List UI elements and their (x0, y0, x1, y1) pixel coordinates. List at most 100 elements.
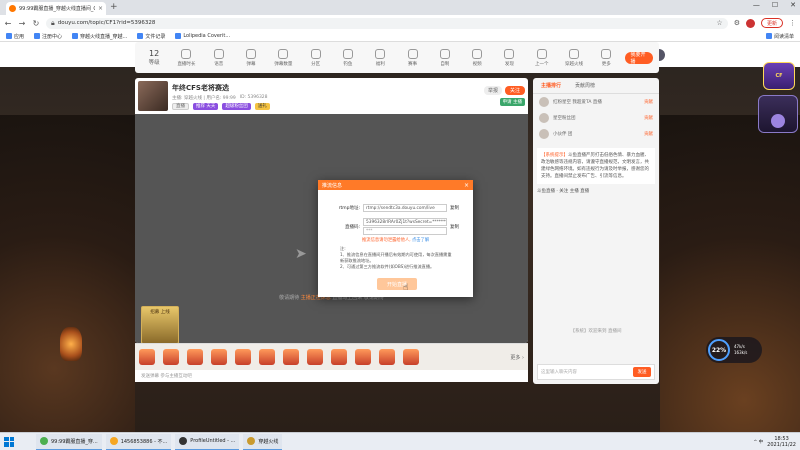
rtmp-field[interactable]: rtmp://sendtc3a.douyu.com/live (363, 204, 447, 212)
streamer-avatar[interactable] (138, 81, 168, 111)
tab-anchor-rank[interactable]: 主播排行 (541, 82, 561, 89)
maximize-button[interactable]: ☐ (772, 1, 778, 9)
gift-icon[interactable] (211, 349, 227, 365)
gift-icon[interactable] (187, 349, 203, 365)
bookmark-apps[interactable]: 应用 (6, 33, 24, 40)
gift-icon[interactable] (355, 349, 371, 365)
taskbar-item-game[interactable]: 穿越火线 (243, 433, 283, 450)
taskbar-label: ProfileUntitled - ... (190, 438, 236, 444)
rtmp-row: rtmp地址: rtmp://sendtc3a.douyu.com/live 复… (334, 204, 459, 212)
loading-icon: ➤ (295, 246, 307, 262)
douyu-favicon-icon (9, 5, 16, 12)
report-button[interactable]: 举报 (483, 86, 502, 95)
func-item[interactable]: 分区 (302, 48, 328, 67)
browser-tab[interactable]: 99:99霸服直播_穿越火线直播间_C × (6, 2, 106, 15)
func-item[interactable]: 赛事 (399, 48, 425, 67)
func-item[interactable]: 弹幕 (238, 48, 264, 67)
url-text: douyu.com/topic/CF1?rid=5396328 (57, 20, 156, 26)
func-item[interactable]: 穿越火线 (561, 48, 587, 67)
bookmark-label: 应用 (14, 33, 25, 40)
chrome-icon (40, 437, 48, 445)
func-item[interactable]: 钓鱼 (335, 48, 361, 67)
event-badge[interactable]: CF (763, 62, 795, 90)
gift-icon[interactable] (163, 349, 179, 365)
back-icon[interactable]: ← (4, 19, 12, 28)
taskbar-item-obs[interactable]: ProfileUntitled - ... (175, 433, 240, 450)
dialog-notes: 注: 1、推流信息在直播间开播后有效期内可使用，每次直播需重新获取推流地址。 2… (340, 246, 452, 269)
copy-rtmp-button[interactable]: 复制 (450, 205, 459, 211)
start-live-button[interactable]: 开始直播 (377, 278, 417, 290)
bookmark-icon (34, 33, 41, 39)
start-stream-button[interactable]: 我要开播 (625, 51, 653, 65)
key-field[interactable]: 5396328rlRAr0Zj1t?wsSecret=********** (363, 218, 447, 226)
pill-live[interactable]: 直播 (172, 102, 189, 110)
gift-icon[interactable] (379, 349, 395, 365)
bookmark-item[interactable]: 文件记录 (137, 33, 165, 40)
func-item[interactable]: 上一个 (529, 48, 555, 67)
rank-tag: 贡献 (644, 132, 653, 137)
bookmark-item[interactable]: Lolipedia Coverit... (175, 33, 230, 39)
danmaku-input[interactable]: 发送弹幕 参与主播互动吧 (135, 370, 528, 382)
star-icon[interactable]: ☆ (716, 19, 722, 27)
rank-row[interactable]: 小伙伴 团 贡献 (533, 126, 659, 142)
new-tab-button[interactable]: + (110, 2, 118, 12)
close-window-button[interactable]: ✕ (790, 1, 796, 9)
pill-fans[interactable]: 超级粉丝团 (222, 102, 251, 110)
func-item[interactable]: 自制 (432, 48, 458, 67)
func-item[interactable]: 更多 (593, 48, 619, 67)
bookmark-label: 穿越火线直播_穿越... (80, 33, 128, 40)
stream-info-dialog: 推流信息 × rtmp地址: rtmp://sendtc3a.douyu.com… (318, 180, 473, 297)
follow-button[interactable]: 关注 (504, 86, 525, 95)
start-button-icon[interactable] (4, 436, 14, 447)
rank-row[interactable]: 星空粉丝团 贡献 (533, 110, 659, 126)
gift-icon[interactable] (235, 349, 251, 365)
bookmark-item[interactable]: 穿越火线直播_穿越... (72, 33, 127, 40)
gift-icon[interactable] (331, 349, 347, 365)
key-field-extra[interactable]: *** (363, 227, 447, 235)
apply-button[interactable]: 申请 主播 (499, 98, 525, 106)
chat-input[interactable]: 这里输入聊天内容 发送 (537, 364, 655, 380)
rank-avatar (539, 97, 549, 107)
learn-more-link[interactable]: 点击了解 (412, 238, 429, 243)
network-rates: 47k/s 163k/s (734, 344, 747, 356)
copy-key-button[interactable]: 复制 (450, 224, 459, 230)
extensions-icon[interactable]: ⚙ (734, 19, 740, 27)
event-user-badge[interactable] (758, 95, 798, 133)
clock[interactable]: 18:53 2021/11/22 (767, 436, 796, 448)
gift-icon[interactable] (259, 349, 275, 365)
forward-icon[interactable]: → (18, 19, 26, 28)
taskbar-item-app[interactable]: 1456853886 - 不... (105, 433, 172, 450)
network-speed-widget[interactable]: 22% 47k/s 163k/s (706, 337, 762, 363)
func-item[interactable]: 视频 (464, 48, 490, 67)
gift-icon[interactable] (139, 349, 155, 365)
tab-weekly-rank[interactable]: 贡献周榜 (575, 82, 595, 89)
reading-list[interactable]: 阅读清单 (765, 33, 794, 40)
tab-close-icon[interactable]: × (98, 5, 103, 12)
gift-icon[interactable] (283, 349, 299, 365)
promo-card[interactable]: 招募 上线 (141, 306, 179, 343)
reload-icon[interactable]: ↻ (32, 19, 40, 28)
gift-icon[interactable] (403, 349, 419, 365)
pill-gift[interactable]: 送礼 (254, 102, 270, 110)
func-item[interactable]: 直播时长 (173, 48, 199, 67)
send-button[interactable]: 发送 (633, 367, 651, 377)
url-field[interactable]: 🔒︎ douyu.com/topic/CF1?rid=5396328 ☆ (46, 17, 728, 29)
gift-icon[interactable] (307, 349, 323, 365)
func-item[interactable]: 福利 (367, 48, 393, 67)
menu-icon[interactable]: ⋮ (789, 19, 796, 27)
dialog-close-icon[interactable]: × (464, 182, 469, 189)
func-item[interactable]: 语音 (206, 48, 232, 67)
minimize-button[interactable]: — (753, 1, 760, 9)
pill-recommend[interactable]: 推荐 天天 (193, 102, 219, 110)
func-item[interactable]: 发现 (496, 48, 522, 67)
more-gifts-link[interactable]: 更多 › (510, 354, 524, 361)
update-button[interactable]: 更新 (760, 18, 783, 28)
profile-avatar[interactable] (745, 18, 755, 28)
warning-text: 推流信息请勿泄露给他人, (362, 238, 412, 243)
tray-icons[interactable]: ^ 中 (753, 439, 763, 445)
taskbar-item-chrome[interactable]: 99:99霸服直播_穿... (36, 433, 102, 450)
bookmark-item[interactable]: 注册中心 (34, 33, 62, 40)
mouse-cursor-icon: ☝ (403, 283, 409, 293)
func-item[interactable]: 弹幕数量 (270, 48, 296, 67)
rank-row[interactable]: 红粉星空 我超爱TA 直播 贡献 (533, 94, 659, 110)
